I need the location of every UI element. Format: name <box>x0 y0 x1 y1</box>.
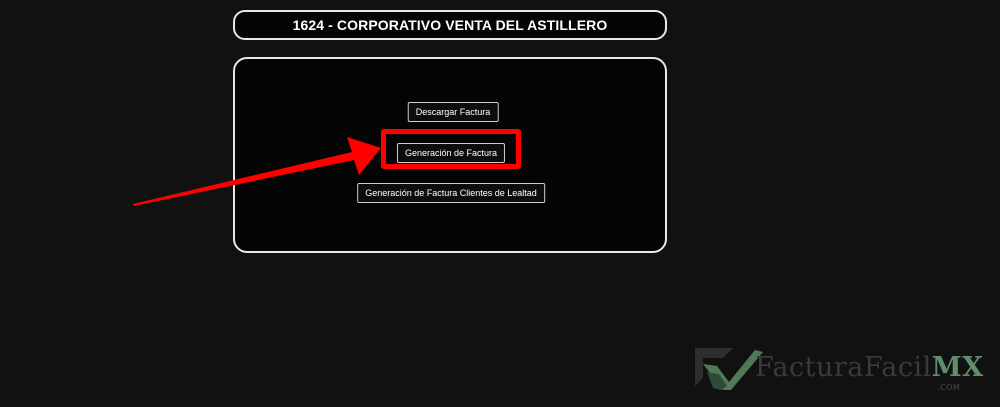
page-title: 1624 - CORPORATIVO VENTA DEL ASTILLERO <box>233 10 667 40</box>
highlight-box <box>381 129 521 169</box>
descargar-factura-button[interactable]: Descargar Factura <box>407 102 499 122</box>
watermark-brand-main: FacturaFacil <box>755 352 932 383</box>
watermark-brand-accent: MX <box>931 352 984 383</box>
watermark-domain: .COM <box>937 383 961 392</box>
checkmark-logo-icon <box>695 348 763 390</box>
watermark-brand: FacturaFacilMX <box>755 352 984 383</box>
watermark: FacturaFacilMX .COM <box>693 346 993 396</box>
generacion-factura-lealtad-button[interactable]: Generación de Factura Clientes de Lealta… <box>357 183 545 203</box>
page-title-text: 1624 - CORPORATIVO VENTA DEL ASTILLERO <box>292 17 608 33</box>
page: 1624 - CORPORATIVO VENTA DEL ASTILLERO D… <box>0 0 1000 407</box>
